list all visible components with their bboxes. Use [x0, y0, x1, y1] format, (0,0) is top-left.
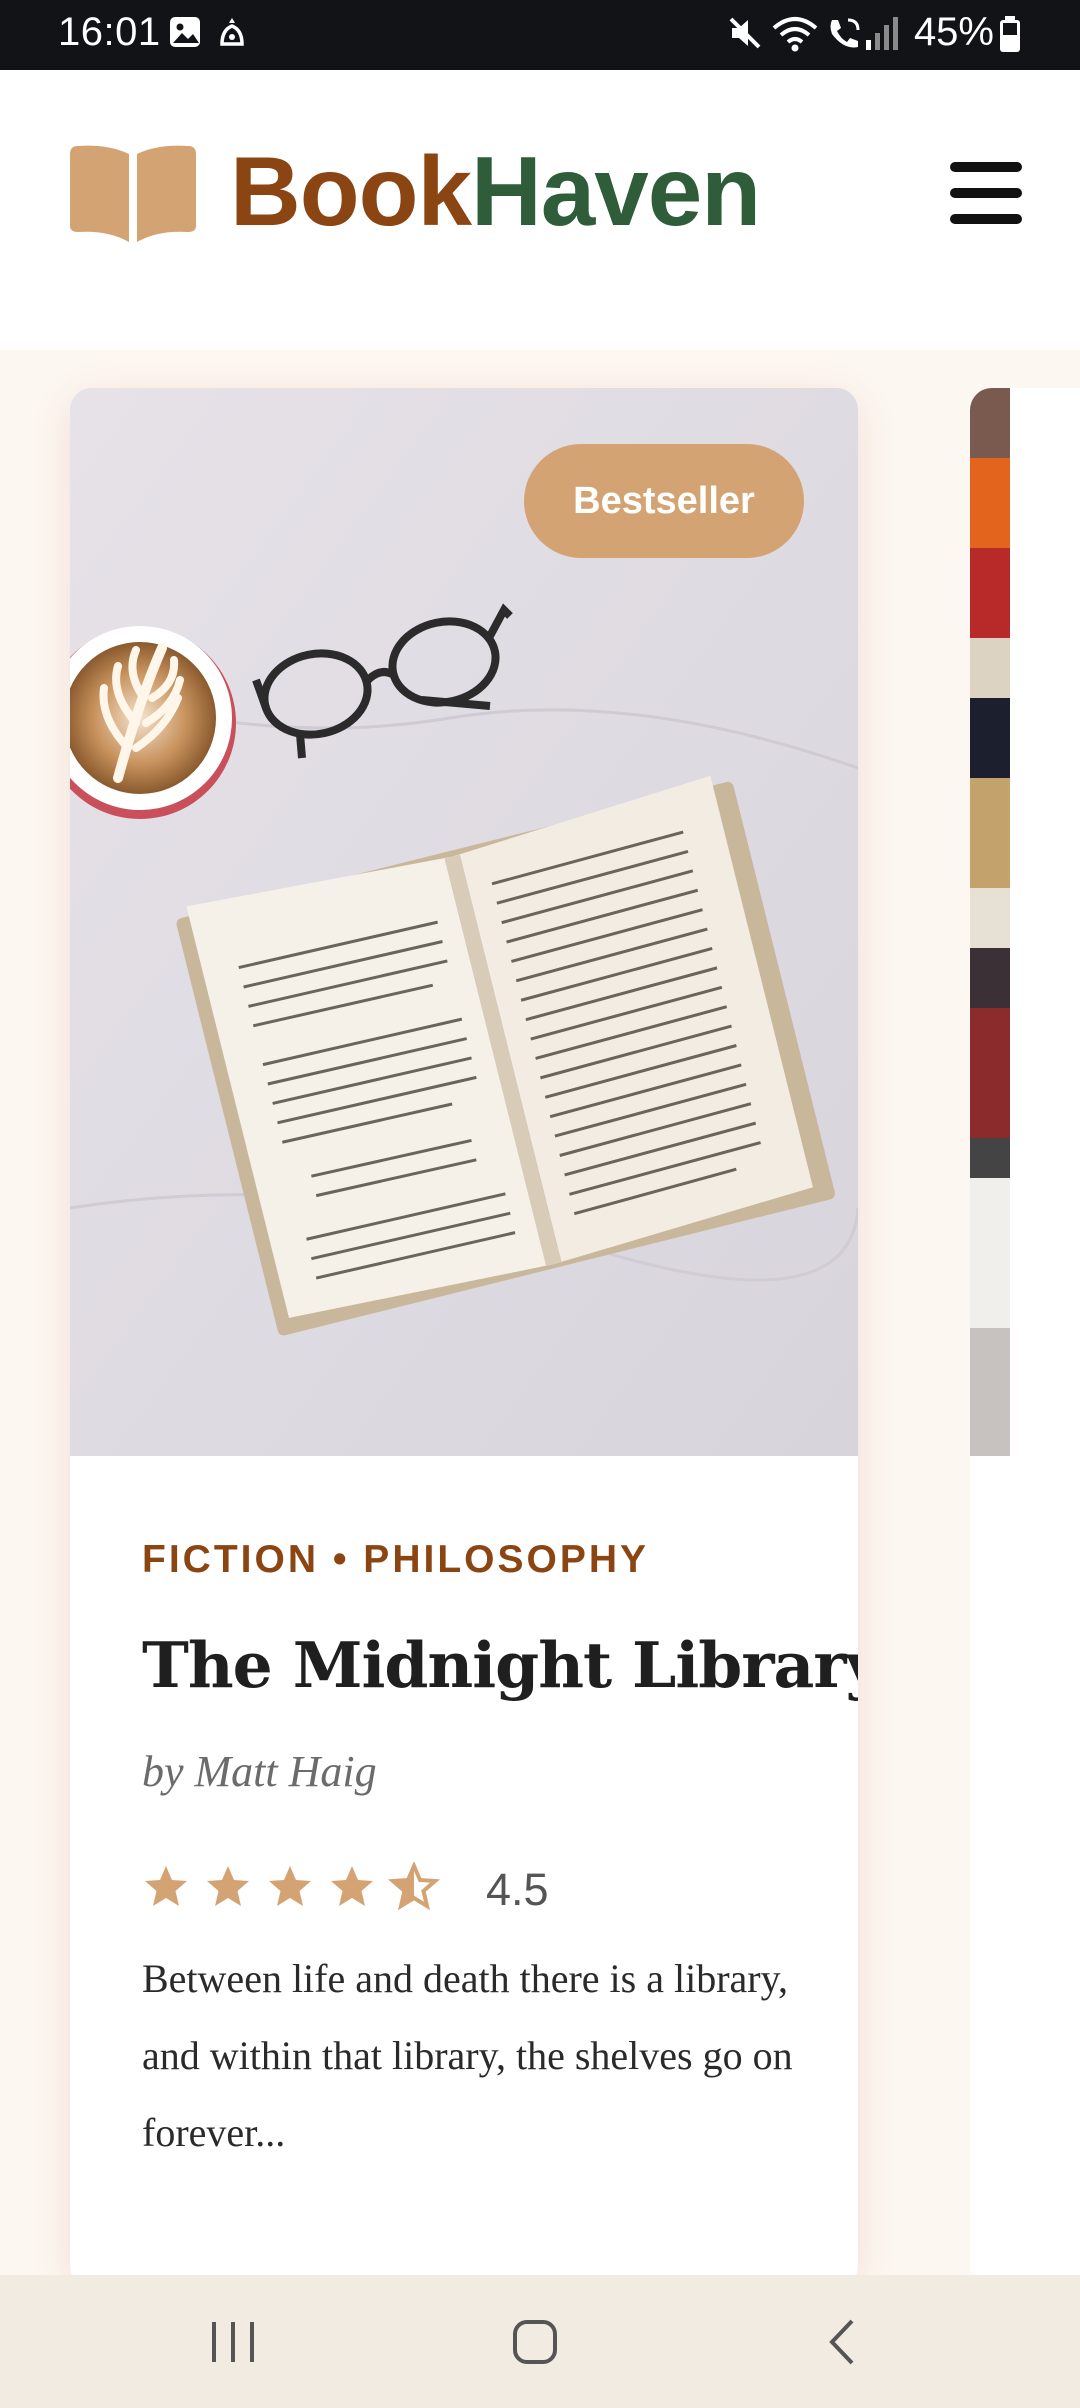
book-genres: FICTION • PHILOSOPHY	[142, 1538, 650, 1581]
status-time: 16:01	[58, 10, 161, 54]
book-author: by Matt Haig	[142, 1747, 377, 1796]
book-cover-image[interactable]: Bestseller	[70, 388, 858, 1456]
image-icon	[170, 17, 200, 47]
system-nav-bar	[0, 2275, 1080, 2408]
home-button[interactable]	[512, 2319, 558, 2365]
wifi-calling-icon	[830, 18, 860, 48]
book-cover-image-next	[970, 388, 1010, 1456]
hamburger-menu-icon[interactable]	[950, 162, 1026, 224]
book-card-next[interactable]	[970, 388, 1080, 2275]
half-star-icon	[388, 1862, 440, 1911]
wifi-icon	[772, 17, 818, 52]
back-button[interactable]	[822, 2317, 862, 2367]
star-icon	[269, 1866, 311, 1906]
recent-apps-button[interactable]	[210, 2320, 256, 2364]
book-description: Between life and death there is a librar…	[142, 1956, 793, 2155]
battery-icon	[1000, 16, 1020, 52]
site-header: BookHaven	[0, 70, 1080, 350]
bestseller-badge: Bestseller	[524, 444, 804, 558]
notification-icon	[220, 18, 244, 46]
brand-name-part2: Haven	[471, 136, 761, 246]
star-icon	[145, 1866, 187, 1906]
star-icon	[207, 1866, 249, 1906]
star-rating	[145, 1862, 440, 1911]
star-icon	[331, 1866, 373, 1906]
battery-percent: 45%	[913, 10, 994, 54]
open-book-icon[interactable]	[68, 144, 198, 244]
brand-logo[interactable]: BookHaven	[230, 142, 761, 240]
rating-value: 4.5	[486, 1864, 549, 1915]
brand-name-part1: Book	[230, 136, 472, 246]
book-card[interactable]: Bestseller FICTION • PHILOSOPHY The Midn…	[70, 388, 858, 2275]
book-carousel[interactable]: Bestseller FICTION • PHILOSOPHY The Midn…	[0, 350, 1080, 2275]
mute-icon	[729, 17, 761, 49]
signal-icon	[866, 17, 898, 50]
book-title[interactable]: The Midnight Library	[142, 1628, 858, 1702]
status-bar: 16:01 45%	[0, 0, 1080, 70]
